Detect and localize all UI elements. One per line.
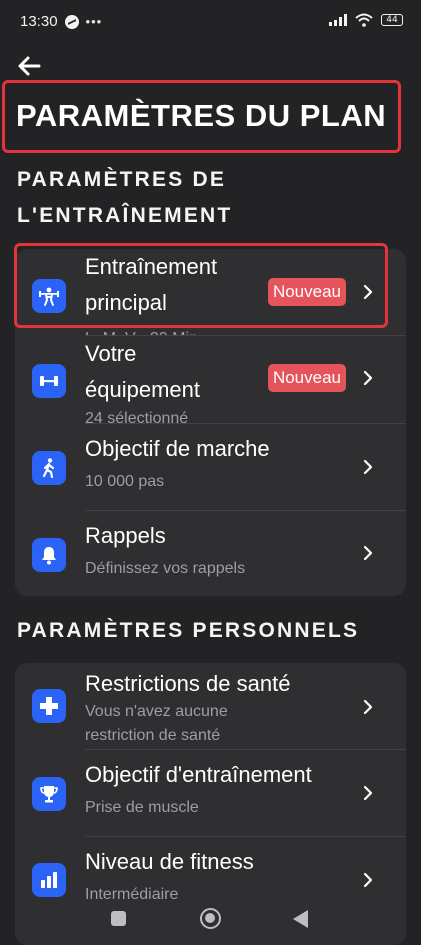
chevron-right-icon <box>363 545 373 561</box>
row-title: Objectif d'entraînement <box>85 762 312 787</box>
status-bar: 13:30 ••• 44 <box>0 0 421 44</box>
status-time: 13:30 <box>20 13 58 30</box>
row-subtitle: Vous n'avez aucune restriction de santé <box>85 703 228 744</box>
walking-person-icon <box>32 451 66 485</box>
row-subtitle: 24 sélectionné <box>85 410 189 423</box>
home-icon[interactable] <box>200 908 221 929</box>
bell-icon <box>32 538 66 572</box>
chevron-right-icon <box>363 370 373 386</box>
wifi-icon <box>355 13 373 27</box>
recent-apps-icon[interactable] <box>111 911 126 926</box>
section-title-training: PARAMÈTRES DE L'ENTRAÎNEMENT <box>17 168 233 227</box>
more-notifications-icon: ••• <box>85 14 103 29</box>
row-subtitle: Définissez vos rappels <box>85 560 246 577</box>
settings-row-training-goal[interactable]: Objectif d'entraînement Prise de muscle <box>15 750 406 836</box>
main-workout-highlight-box <box>14 243 388 328</box>
chevron-right-icon <box>363 785 373 801</box>
chevron-right-icon <box>363 459 373 475</box>
signal-icon <box>329 14 347 26</box>
back-arrow-icon[interactable] <box>16 53 42 79</box>
dumbbell-icon <box>32 364 66 398</box>
trophy-icon <box>32 777 66 811</box>
row-title: Votre équipement <box>85 341 200 402</box>
section-title-personal: PARAMÈTRES PERSONNELS <box>17 619 360 642</box>
row-subtitle: Prise de muscle <box>85 799 199 816</box>
system-nav-bar <box>0 900 421 943</box>
bar-chart-icon <box>32 863 66 897</box>
settings-row-equipment[interactable]: Votre équipement 24 sélectionné Nouveau <box>15 336 406 423</box>
status-left: 13:30 ••• <box>20 13 102 30</box>
settings-row-reminders[interactable]: Rappels Définissez vos rappels <box>15 511 406 596</box>
system-back-icon[interactable] <box>293 910 308 928</box>
chevron-right-icon <box>363 872 373 888</box>
page-title: PARAMÈTRES DU PLAN <box>16 98 387 133</box>
medical-cross-icon <box>32 689 66 723</box>
messenger-icon <box>64 14 79 29</box>
row-title: Niveau de fitness <box>85 849 254 874</box>
battery-icon: 44 <box>381 14 403 26</box>
settings-row-walking-goal[interactable]: Objectif de marche 10 000 pas <box>15 424 406 510</box>
row-subtitle: L, M, V - 20 Min <box>85 327 198 335</box>
row-title: Rappels <box>85 523 166 548</box>
settings-row-health-restrictions[interactable]: Restrictions de santé Vous n'avez aucune… <box>15 663 406 749</box>
row-title: Objectif de marche <box>85 436 270 461</box>
row-title: Restrictions de santé <box>85 671 291 696</box>
status-right: 44 <box>329 13 403 27</box>
new-badge: Nouveau <box>267 364 346 392</box>
row-subtitle: 10 000 pas <box>85 473 165 490</box>
chevron-right-icon <box>363 699 373 715</box>
